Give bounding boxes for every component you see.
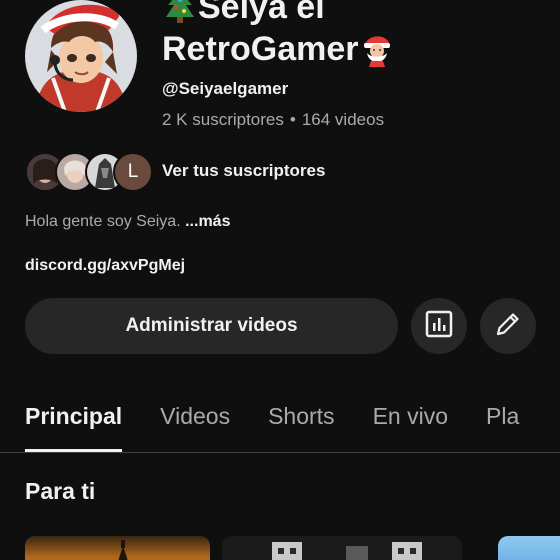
description-more[interactable]: ...más (185, 213, 230, 230)
subscriber-avatars: L (25, 152, 153, 192)
stats-separator: • (289, 110, 296, 129)
channel-title: Seiya el RetroGamer (162, 0, 552, 70)
channel-avatar-image (25, 0, 137, 112)
christmas-tree-icon (162, 0, 198, 25)
channel-handle: @Seiyaelgamer (162, 79, 289, 98)
channel-stats: 2 K suscriptores • 164 videos (162, 110, 384, 130)
subscriber-count: 2 K suscriptores (162, 110, 284, 129)
channel-title-line-1: Seiya el (162, 0, 552, 28)
tab-principal[interactable]: Principal (25, 400, 123, 452)
tabs-divider (0, 452, 560, 453)
edit-channel-button[interactable] (480, 298, 536, 354)
tab-videos[interactable]: Videos (160, 400, 230, 452)
subscriber-avatar-letter: L (113, 152, 153, 192)
video-thumbnail[interactable] (498, 536, 560, 560)
manage-videos-button[interactable]: Administrar videos (25, 298, 398, 354)
video-count: 164 videos (301, 110, 385, 129)
channel-description[interactable]: Hola gente soy Seiya. ...más (25, 213, 230, 231)
channel-tabs: Principal Videos Shorts En vivo Pla (25, 400, 557, 452)
channel-avatar[interactable] (25, 0, 137, 112)
analytics-icon (424, 309, 454, 344)
channel-title-line-2: RetroGamer (162, 28, 552, 70)
tab-en-vivo[interactable]: En vivo (373, 400, 448, 452)
view-subscribers-link[interactable]: Ver tus suscriptores (162, 161, 325, 181)
video-thumbnail[interactable] (222, 536, 462, 560)
tab-shorts[interactable]: Shorts (268, 400, 334, 452)
channel-name-part-1: Seiya el (198, 0, 325, 26)
tab-playlists[interactable]: Pla (486, 400, 519, 452)
view-subscribers-row[interactable]: L Ver tus suscriptores (25, 152, 325, 192)
video-thumbnail[interactable] (25, 536, 210, 560)
channel-link[interactable]: discord.gg/axvPgMej (25, 257, 185, 275)
santa-icon (359, 31, 395, 67)
pencil-icon (493, 309, 523, 344)
section-title: Para ti (25, 478, 96, 504)
description-text: Hola gente soy Seiya. (25, 213, 181, 230)
channel-page: Seiya el RetroGamer @Seiyaelgamer 2 K su… (0, 0, 560, 560)
channel-name-part-2: RetroGamer (162, 30, 359, 68)
analytics-button[interactable] (411, 298, 467, 354)
